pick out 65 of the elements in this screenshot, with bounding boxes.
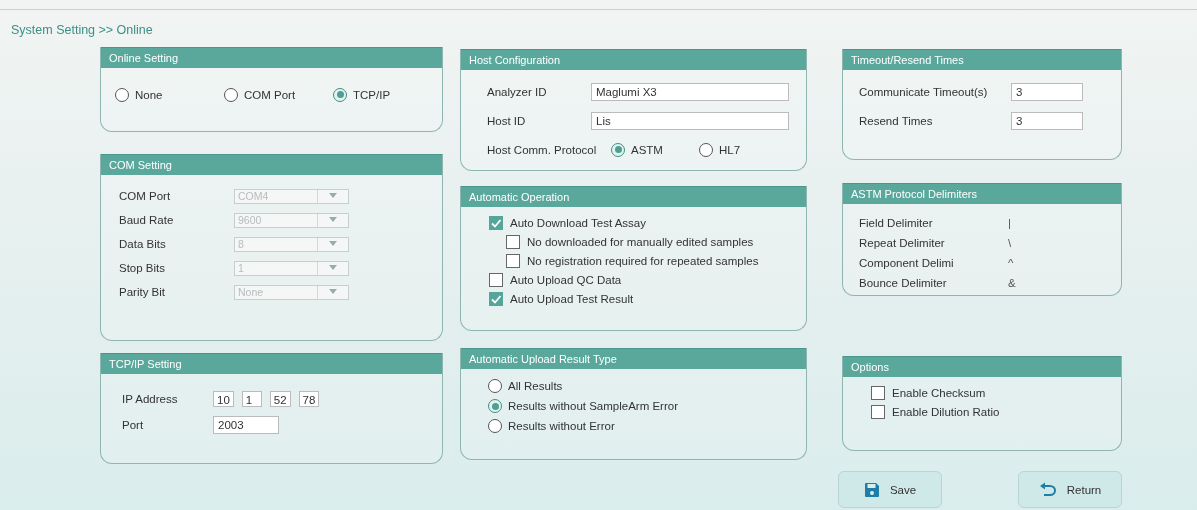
panel-title: Options: [843, 356, 1121, 377]
field-label: Data Bits: [118, 238, 167, 250]
input-field[interactable]: 78: [298, 391, 320, 407]
input-field[interactable]: 2003: [213, 416, 279, 434]
caret-icon: [329, 217, 337, 223]
panel-title: Timeout/Resend Times: [843, 49, 1121, 70]
radio-button[interactable]: Results without SampleArm Error: [488, 399, 806, 413]
input-field[interactable]: Maglumi X3: [591, 82, 789, 101]
radio-button[interactable]: TCP/IP: [333, 87, 442, 102]
panel-title: Online Setting: [101, 47, 442, 68]
field-label: Repeat Delimiter: [858, 237, 946, 249]
input-field[interactable]: 52: [269, 391, 291, 407]
field-value: ^: [1008, 257, 1014, 269]
breadcrumb: System Setting >> Online: [11, 23, 153, 37]
panel-title: TCP/IP Setting: [101, 353, 442, 374]
checkbox[interactable]: Auto Download Test Assay: [489, 216, 646, 230]
input-field[interactable]: 3: [1011, 111, 1083, 130]
radio-button[interactable]: None: [115, 87, 224, 102]
undo-icon: [1038, 481, 1057, 498]
return-button[interactable]: Return: [1018, 471, 1122, 508]
field-value: &: [1008, 277, 1016, 289]
caret-icon: [329, 241, 337, 247]
checkbox[interactable]: No downloaded for manually edited samples: [506, 235, 754, 249]
radio-button[interactable]: HL7: [698, 142, 741, 157]
save-icon: [863, 481, 880, 498]
save-button[interactable]: Save: [838, 471, 942, 508]
field-label: COM Port: [118, 190, 172, 202]
field-label: Host ID: [486, 114, 527, 127]
field-label: Resend Times: [858, 114, 934, 127]
field-label: Communicate Timeout(s): [858, 85, 989, 98]
check-icon: [490, 217, 502, 229]
field-label: Bounce Delimiter: [858, 277, 948, 289]
check-icon: [490, 293, 502, 305]
radio-button[interactable]: All Results: [488, 379, 806, 393]
field-label: Stop Bits: [118, 262, 167, 274]
field-label: Field Delimiter: [858, 217, 934, 229]
panel-title: Automatic Upload Result Type: [461, 348, 806, 369]
radio-button[interactable]: ASTM: [611, 142, 663, 157]
checkbox[interactable]: Auto Upload QC Data: [489, 273, 622, 287]
panel-title: Host Configuration: [461, 49, 806, 70]
caret-icon: [329, 193, 337, 199]
panel-title: Automatic Operation: [461, 186, 806, 207]
checkbox[interactable]: Enable Dilution Ratio: [871, 405, 1000, 419]
radio-button[interactable]: COM Port: [224, 87, 333, 102]
field-label: Port: [121, 419, 145, 431]
field-label: Parity Bit: [118, 286, 166, 298]
field-label: Baud Rate: [118, 214, 175, 226]
checkbox[interactable]: Auto Upload Test Result: [489, 292, 634, 306]
panel-title: ASTM Protocol Delimiters: [843, 183, 1121, 204]
input-field[interactable]: 1: [241, 391, 262, 407]
field-value: |: [1008, 217, 1011, 229]
checkbox[interactable]: No registration required for repeated samples: [506, 254, 759, 268]
radio-button[interactable]: Results without Error: [488, 419, 806, 433]
field-label: Analyzer ID: [486, 85, 548, 98]
field-label: IP Address: [121, 393, 179, 405]
caret-icon: [329, 289, 337, 295]
input-field[interactable]: Lis: [591, 111, 789, 130]
field-label: Host Comm. Protocol: [486, 143, 598, 156]
input-field[interactable]: 10: [213, 391, 234, 407]
caret-icon: [329, 265, 337, 271]
input-field[interactable]: 3: [1011, 82, 1083, 101]
panel-title: COM Setting: [101, 154, 442, 175]
field-label: Component Delimi: [858, 257, 955, 269]
checkbox[interactable]: Enable Checksum: [871, 386, 986, 400]
field-value: \: [1008, 237, 1012, 249]
